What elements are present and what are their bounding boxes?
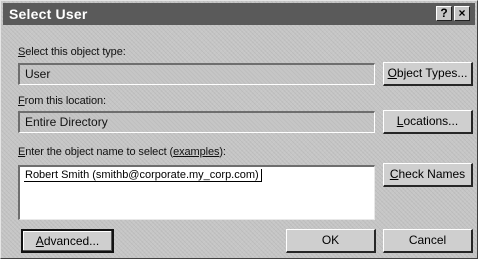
advanced-button[interactable]: Advanced... [21,229,114,253]
close-icon[interactable]: × [454,6,470,21]
location-label-text: rom this location: [24,95,106,107]
ok-button[interactable]: OK [286,229,376,253]
dialog-title: Select User [9,6,88,22]
object-type-label: Select this object type: [18,46,126,58]
help-icon[interactable]: ? [436,6,452,21]
object-type-label-text: elect this object type: [25,46,126,58]
object-types-button-accel: O [387,66,397,80]
object-types-button[interactable]: Object Types... [383,62,473,86]
location-label-accel: F [18,95,25,107]
location-field: Entire Directory [18,111,375,133]
object-name-label-end: ): [219,146,226,158]
object-name-label-text: nter the object name to select ( [25,146,174,158]
object-name-input[interactable]: Robert Smith (smithb@corporate.my_corp.c… [18,165,375,220]
object-type-field: User [18,63,375,85]
advanced-button-accel: A [35,234,44,248]
examples-link[interactable]: examples [173,146,219,158]
object-name-label: Enter the object name to select (example… [18,146,226,158]
object-types-button-label: bject Types... [396,66,468,80]
advanced-button-label: dvanced... [43,234,100,248]
object-name-entry[interactable]: Robert Smith (smithb@corporate.my_corp.c… [24,169,262,182]
check-names-button[interactable]: Check Names [383,163,473,187]
select-user-dialog: Select User ? × Select this object type:… [0,0,478,259]
location-label: From this location: [18,95,106,107]
locations-button[interactable]: Locations... [383,110,473,134]
check-names-button-label: heck Names [398,167,466,181]
cancel-button[interactable]: Cancel [383,229,473,253]
locations-button-label: ocations... [403,114,459,128]
title-bar: Select User ? × [3,3,475,25]
